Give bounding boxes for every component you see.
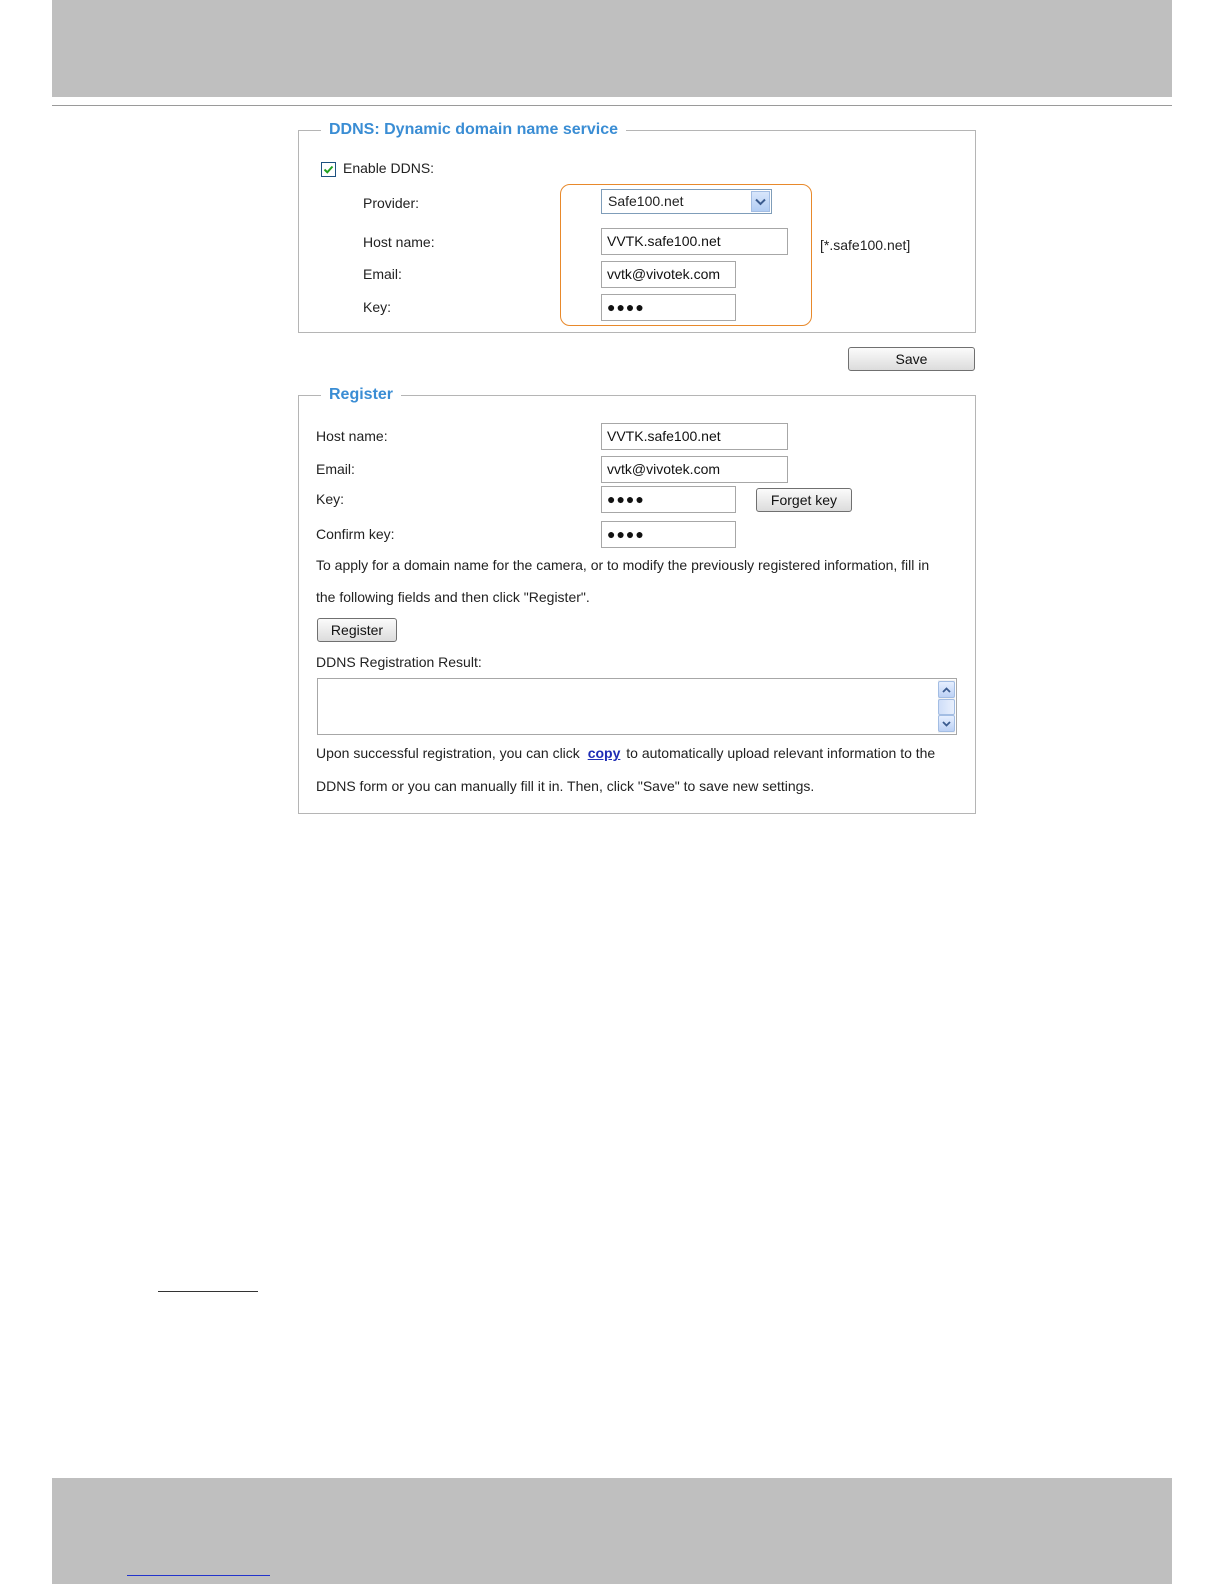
scroll-down-icon[interactable] [938,715,955,732]
email-input[interactable]: vvtk@vivotek.com [601,261,736,288]
register-email-label: Email: [316,461,355,477]
scroll-thumb[interactable] [938,699,955,715]
copy-note-line-2: DDNS form or you can manually fill it in… [316,778,815,794]
host-name-suffix: [*.safe100.net] [820,237,911,253]
register-key-input[interactable]: ●●●● [601,486,736,513]
register-button[interactable]: Register [317,618,397,642]
copy-link[interactable]: copy [588,745,621,761]
email-label: Email: [363,266,402,282]
header-divider [52,105,1172,106]
register-host-name-input[interactable]: VVTK.safe100.net [601,423,788,450]
key-label: Key: [363,299,392,315]
host-name-label: Host name: [363,234,435,250]
copy-note-line-1: Upon successful registration, you can cl… [316,745,935,761]
registration-result-textarea[interactable] [317,678,957,735]
key-input[interactable]: ●●●● [601,294,736,321]
copy-note-before: Upon successful registration, you can cl… [316,745,580,761]
scroll-up-icon[interactable] [938,681,955,698]
copy-note-after: to automatically upload relevant informa… [626,745,936,761]
chevron-down-icon[interactable] [751,191,770,212]
register-instructions-line-2: the following fields and then click "Reg… [316,589,590,605]
register-email-input[interactable]: vvtk@vivotek.com [601,456,788,483]
register-key-label: Key: [316,491,345,507]
footer-link-underline [127,1575,270,1576]
page-header-band [52,0,1172,97]
enable-ddns-label: Enable DDNS: [343,160,435,176]
forget-key-button[interactable]: Forget key [756,488,852,512]
footnote-divider [158,1291,258,1292]
provider-select[interactable]: Safe100.net [601,189,772,214]
provider-selected-value: Safe100.net [608,193,684,209]
checkmark-icon [323,165,334,174]
registration-result-label: DDNS Registration Result: [316,654,482,670]
result-scrollbar[interactable] [938,680,955,733]
ddns-panel-title: DDNS: Dynamic domain name service [329,121,618,138]
register-host-name-label: Host name: [316,428,388,444]
register-instructions-line-1: To apply for a domain name for the camer… [316,557,930,573]
confirm-key-label: Confirm key: [316,526,395,542]
enable-ddns-checkbox[interactable] [321,162,336,177]
save-button[interactable]: Save [848,347,975,371]
provider-label: Provider: [363,195,420,211]
page-footer-band [52,1478,1172,1584]
host-name-input[interactable]: VVTK.safe100.net [601,228,788,255]
confirm-key-input[interactable]: ●●●● [601,521,736,548]
register-panel-title: Register [329,386,394,403]
